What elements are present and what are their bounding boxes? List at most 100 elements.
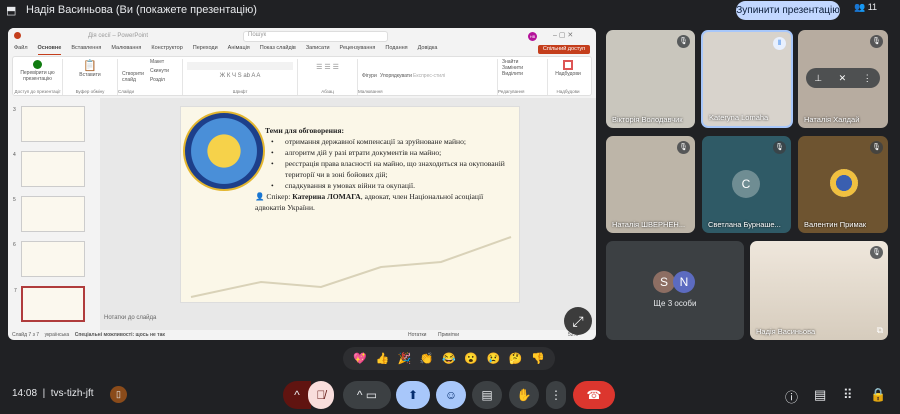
reaction-thumbs-up[interactable]: 👍: [375, 352, 389, 365]
more-options-button[interactable]: ⋮: [546, 381, 566, 409]
avatar: С: [732, 170, 760, 198]
slide-thumbnail[interactable]: 4: [13, 151, 85, 187]
tab-animations[interactable]: Анімація: [228, 45, 250, 55]
present-button[interactable]: ⬆: [396, 381, 430, 409]
new-slide-button[interactable]: Створити слайд: [122, 71, 146, 83]
reset-button[interactable]: Скинути: [150, 68, 169, 74]
slide-thumbnail[interactable]: 5: [13, 196, 85, 232]
tab-insert[interactable]: Вставлення: [71, 45, 101, 55]
activities-icon[interactable]: ⠿: [843, 387, 853, 403]
participant-tile[interactable]: 🎙 Вікторія Володавчик: [606, 30, 695, 128]
others-tile[interactable]: S N Ще 3 особи: [606, 241, 744, 340]
fullscreen-expand-button[interactable]: ⤢: [564, 307, 592, 335]
tab-view[interactable]: Подання: [385, 45, 407, 55]
mute-icon[interactable]: ✕: [839, 68, 847, 88]
mic-off-icon: 🎙: [677, 35, 690, 48]
chat-icon[interactable]: ▤: [814, 387, 826, 403]
info-icon[interactable]: ⓘ: [785, 387, 798, 406]
host-lock-icon[interactable]: 🔒: [870, 387, 886, 403]
paste-icon: 📋: [83, 60, 97, 72]
participant-tile[interactable]: 🎙 Наталія ШВЕРНЕН...: [606, 136, 695, 233]
more-options-icon[interactable]: ⋮: [863, 68, 872, 88]
accessibility-status[interactable]: Спеціальні можливості: щось не так: [75, 332, 165, 338]
slide-number: 6: [13, 242, 16, 248]
participant-tile[interactable]: 🎙 ⊥ ✕ ⋮ Наталія Халдай: [798, 30, 888, 128]
mic-off-button[interactable]: 🎙̸: [308, 381, 334, 409]
reaction-laugh[interactable]: 😂: [442, 352, 456, 365]
language[interactable]: українська: [45, 332, 70, 338]
group-label: Буфер обміну: [75, 89, 105, 94]
ppt-status-bar: Слайд 7 з 7 українська Спеціальні можлив…: [8, 330, 596, 340]
quick-styles-button[interactable]: Експрес-стилі: [413, 73, 445, 79]
tab-transitions[interactable]: Переходи: [193, 45, 218, 55]
window-controls[interactable]: – ▢ ✕: [553, 31, 573, 39]
tab-file[interactable]: Файл: [14, 45, 28, 55]
participant-tile[interactable]: 🎙 Валентин Примак: [798, 136, 888, 233]
ppt-search[interactable]: Пошук: [243, 31, 388, 42]
tab-record[interactable]: Записати: [306, 45, 330, 55]
tab-home[interactable]: Основне: [37, 45, 62, 55]
meeting-info: 14:08 | tvs-tizh-jft: [12, 388, 94, 399]
current-slide[interactable]: Теми для обговорення: отримання державно…: [180, 106, 520, 303]
reaction-party[interactable]: 🎉: [398, 352, 412, 365]
font-format-buttons[interactable]: Ж К Ч S ab A A: [183, 73, 297, 79]
reaction-clap[interactable]: 👏: [420, 352, 434, 365]
tile-hover-controls: ⊥ ✕ ⋮: [806, 68, 880, 88]
audio-options-button[interactable]: ^: [283, 381, 311, 409]
pip-icon[interactable]: ⧉: [877, 325, 883, 336]
leave-call-button[interactable]: ☎: [573, 381, 615, 409]
participant-tile-speaking[interactable]: ⦀ Kateryna Lomaha: [701, 30, 793, 128]
participant-tile[interactable]: 🎙 С Светлана Бурнаше...: [702, 136, 791, 233]
shapes-button[interactable]: Фігури: [362, 73, 377, 79]
participant-name: Надія Васиньова: [756, 327, 816, 336]
arrange-button[interactable]: Упорядкувати: [380, 73, 412, 79]
comments-toggle[interactable]: Примітки: [438, 330, 459, 340]
paragraph-buttons[interactable]: ☰ ☰ ☰: [298, 63, 357, 71]
slide-number: 4: [13, 152, 16, 158]
host-controls-icon[interactable]: ▯: [110, 386, 127, 403]
notes-pane[interactable]: Нотатки до слайда: [104, 315, 156, 321]
check-icon: [33, 60, 42, 69]
speaker-name: Катерина ЛОМАГА: [292, 192, 361, 201]
slide-thumbnail[interactable]: 3: [13, 106, 85, 142]
font-name-field[interactable]: [187, 62, 293, 70]
addins-button[interactable]: Надбудови: [548, 71, 588, 77]
people-button[interactable]: 👥 11: [854, 2, 877, 13]
reaction-surprised[interactable]: 😮: [464, 352, 478, 365]
pin-icon[interactable]: ⊥: [814, 68, 822, 88]
tab-design[interactable]: Конструктор: [151, 45, 182, 55]
check-presentation-button[interactable]: Перевірити цю презентацію: [13, 70, 62, 82]
association-logo: [183, 111, 265, 191]
mic-off-icon: 🎙: [677, 141, 690, 154]
reactions-button[interactable]: ☺: [436, 381, 466, 409]
tab-help[interactable]: Довідка: [418, 45, 438, 55]
share-button[interactable]: Спільний доступ: [538, 45, 590, 54]
slide-number: 5: [13, 197, 16, 203]
section-button[interactable]: Розділ: [150, 77, 165, 83]
slide-thumbnail[interactable]: 6: [13, 241, 85, 277]
slide-thumbnail-selected[interactable]: 7: [14, 286, 85, 322]
others-count: Ще 3 особи: [653, 299, 697, 308]
self-tile[interactable]: 🎙 Надія Васиньова ⧉: [750, 241, 888, 340]
tab-review[interactable]: Рецензування: [340, 45, 376, 55]
slide-number: 7: [14, 288, 17, 294]
stop-presenting-button[interactable]: Зупинити презентацію: [736, 1, 840, 20]
group-label: Слайди: [118, 89, 135, 94]
paste-button[interactable]: Вставити: [63, 72, 117, 78]
layout-button[interactable]: Макет: [150, 59, 164, 65]
raise-hand-button[interactable]: ✋: [509, 381, 539, 409]
reaction-sad[interactable]: 😢: [487, 352, 501, 365]
group-label: Редагування: [498, 89, 525, 94]
tab-slideshow[interactable]: Показ слайдів: [260, 45, 296, 55]
speaker-description: , адвокат, член Національної асоціації а…: [255, 192, 484, 212]
tab-draw[interactable]: Малювання: [111, 45, 141, 55]
reaction-thinking[interactable]: 🤔: [509, 352, 523, 365]
reaction-heart[interactable]: 💖: [353, 352, 367, 365]
select-button[interactable]: Виділити: [502, 71, 547, 77]
ppt-avatar[interactable]: НВ: [528, 32, 537, 41]
captions-button[interactable]: ▤: [472, 381, 502, 409]
notes-toggle[interactable]: Нотатки: [408, 330, 426, 340]
reaction-thumbs-down[interactable]: 👎: [531, 352, 545, 365]
speaker-icon: 👤: [255, 192, 267, 201]
camera-button[interactable]: ^ ▭: [343, 381, 391, 409]
